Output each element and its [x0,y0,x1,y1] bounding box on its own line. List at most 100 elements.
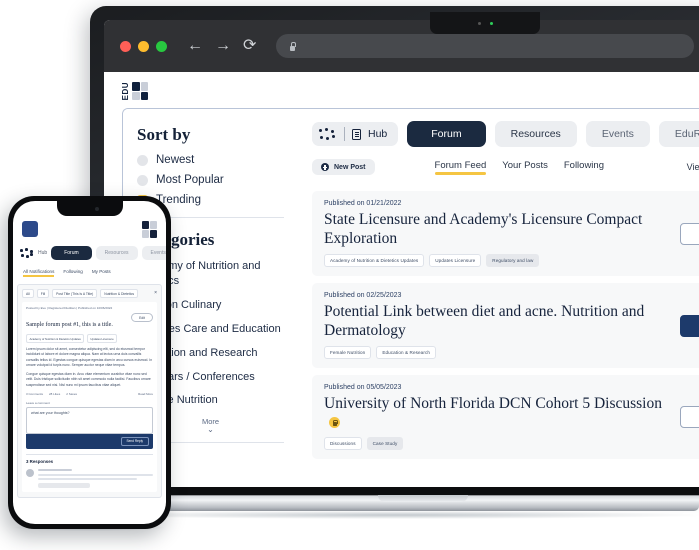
post-card-body: Published on 05/05/2023 University of No… [324,384,670,450]
post-published-date: Published on 05/05/2023 [324,384,402,392]
tab-edurx-library[interactable]: EduRx Library [658,121,699,148]
post-action-button[interactable] [680,405,699,428]
close-icon[interactable]: × [154,291,157,296]
breadcrumb-chip[interactable]: Fill [36,289,50,299]
phone-primary-nav: Hub Forum Resources Events [13,238,166,260]
phone-tab-resources[interactable]: Resources [95,246,138,260]
breadcrumb-chip[interactable]: All [22,289,34,299]
tab-resources[interactable]: Resources [494,121,577,148]
brand-logo-mark-icon [132,82,148,101]
post-action-button[interactable] [680,222,699,245]
post-card-body: Published on 01/21/2022 State Licensure … [324,200,670,268]
phone-tab-my-posts[interactable]: My Posts [92,269,111,277]
app-grid-icon [20,248,34,258]
sort-option-most-popular[interactable]: Most Popular [137,174,284,186]
read-more-link[interactable]: Read More [138,392,153,396]
browser-nav-buttons[interactable]: ← → ⟳ [187,38,256,54]
post-card[interactable]: Published on 01/21/2022 State Licensure … [312,191,699,277]
minimize-window-button[interactable] [138,40,149,52]
tab-forum-feed[interactable]: Forum Feed [434,160,486,175]
post-tag[interactable]: Regulatory and law [486,254,540,268]
phone-screen: Hub Forum Resources Events All Notificat… [13,201,166,524]
post-tag[interactable]: Female Nutrition [324,346,372,360]
laptop-base-notch [378,495,468,502]
maximize-window-button[interactable] [156,40,167,52]
front-camera-icon [94,206,99,211]
comments-count[interactable]: 3 Comments [26,392,43,396]
app-window: Sort by Newest Most Popular Trending [122,108,699,461]
sort-option-newest[interactable]: Newest [137,154,284,166]
post-tag[interactable]: Updates Licensure [86,334,118,343]
post-tags: Female Nutrition Education & Research [324,346,670,360]
plus-icon [321,163,329,172]
forward-icon[interactable]: → [215,38,231,54]
phone-hub-label[interactable]: Hub [38,250,47,256]
sort-option-label: Newest [156,154,195,167]
post-title[interactable]: State Licensure and Academy's Licensure … [324,211,642,247]
hub-switcher[interactable]: Hub [312,122,399,147]
post-card[interactable]: Published on 05/05/2023 University of No… [312,375,699,459]
tab-your-posts[interactable]: Your Posts [502,160,548,175]
breadcrumb-chip[interactable]: Nutrition & Dietetics [100,289,139,299]
tab-following[interactable]: Following [564,160,604,175]
primary-nav: Hub Forum Resources Events EduRx Library… [312,121,699,148]
post-card[interactable]: Published on 02/25/2023 Potential Link b… [312,283,699,369]
divider [344,127,345,142]
brand-logo-mark-icon [142,221,157,238]
laptop-device: ← → ⟳ EDU Sort by Newest Most Popular ✓ … [90,6,699,488]
post-tag[interactable]: Updates Licensure [429,254,482,268]
radio-icon[interactable] [137,174,148,186]
post-title[interactable]: Potential Link between diet and acne. Nu… [324,303,644,339]
laptop-shadow [95,511,695,519]
comment-action-chip[interactable] [38,482,90,488]
lock-icon [288,41,297,51]
screenshot-root: ← → ⟳ EDU Sort by Newest Most Popular ✓ … [0,0,699,550]
new-post-button[interactable]: New Post [312,159,375,176]
new-post-label: New Post [334,163,366,171]
send-reply-button[interactable]: Send Reply [120,436,149,446]
avatar [26,468,34,477]
address-bar[interactable] [276,34,694,58]
post-tag[interactable]: Case Study [366,436,404,450]
phone-tab-forum[interactable]: Forum [51,246,92,260]
saves-count[interactable]: 2 Saves [66,392,77,396]
browser-toolbar: ← → ⟳ [104,20,699,72]
comment-author [38,468,72,472]
avatar[interactable] [22,221,38,237]
laptop-base [78,487,699,511]
likes-count[interactable]: 28 Likes [49,392,60,396]
app-grid-icon [319,127,337,141]
post-tag[interactable]: Education & Research [376,346,437,360]
feed-toolbar: New Post Forum Feed Your Posts Following… [312,159,699,176]
close-window-button[interactable] [120,40,131,52]
brand-logo[interactable]: EDU [121,82,699,101]
post-action-button[interactable] [680,314,699,337]
divider [26,453,153,455]
breadcrumb-chip[interactable]: Post Title (This Is A Title) [52,289,98,299]
phone-post-actions: 3 Comments 28 Likes 2 Saves Read More [26,392,153,396]
post-published-date: Published on 02/25/2023 [324,292,402,300]
view-label[interactable]: View [687,162,699,172]
reload-icon[interactable]: ⟳ [243,38,256,54]
phone-tab-events[interactable]: Events [141,246,166,260]
edit-post-button[interactable]: Edit [131,313,153,323]
phone-tab-all-notifications[interactable]: All Notifications [23,269,55,277]
tab-forum[interactable]: Forum [407,121,486,148]
reply-textarea[interactable]: what are your thoughts? [26,406,153,434]
phone-post-modal: All Fill Post Title (This Is A Title) Nu… [17,284,162,498]
window-controls[interactable] [120,40,167,52]
brand-logo-text: EDU [121,82,130,101]
back-icon[interactable]: ← [187,38,203,54]
radio-icon[interactable] [137,154,148,166]
phone-post-tags: Academy of Nutrition & Dietetics Updates… [26,334,153,343]
post-tag[interactable]: Academy of Nutrition & Dietetics Updates [324,254,425,268]
phone-tab-following[interactable]: Following [63,269,82,277]
post-tag[interactable]: Academy of Nutrition & Dietetics Updates [26,334,85,343]
post-title[interactable]: University of North Florida DCN Cohort 5… [324,395,662,412]
phone-post-meta: Posted by Eve | Registered Dietitian | P… [26,306,113,311]
tab-events[interactable]: Events [585,121,650,148]
web-page: EDU Sort by Newest Most Popular ✓ Trendi… [104,72,699,472]
hub-label: Hub [368,128,388,141]
laptop-screen: ← → ⟳ EDU Sort by Newest Most Popular ✓ … [104,20,699,488]
post-tag[interactable]: Discussions [324,436,362,450]
